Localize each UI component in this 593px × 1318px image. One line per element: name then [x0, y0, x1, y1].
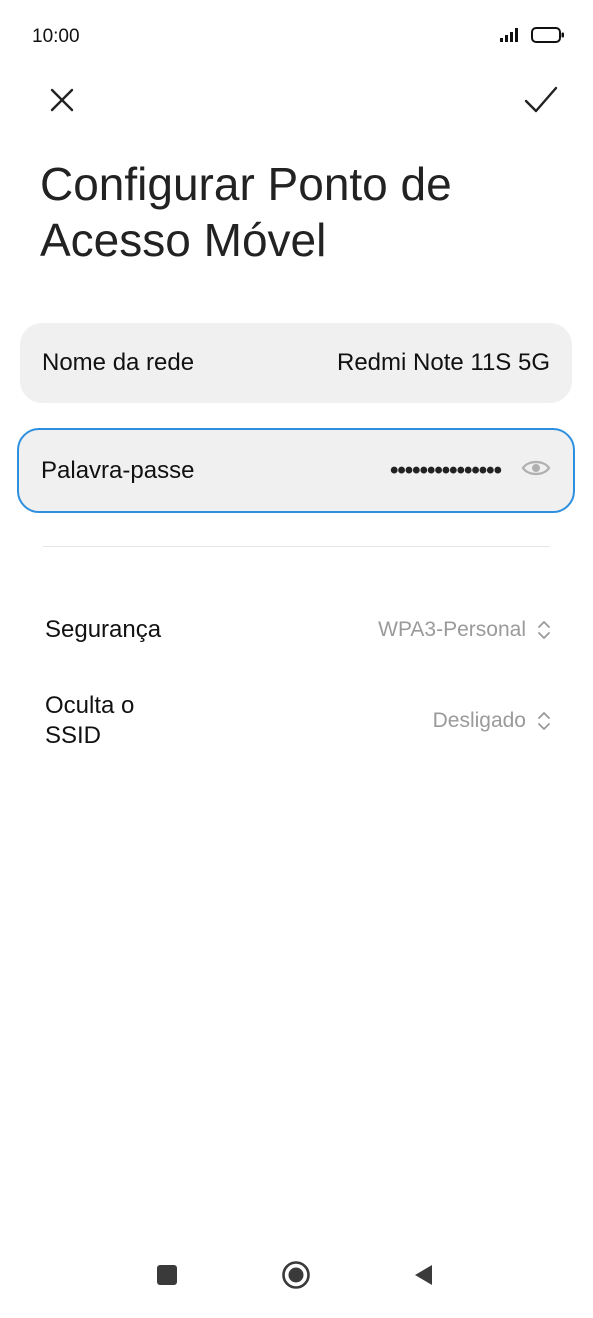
security-selector[interactable]: WPA3-Personal [378, 618, 552, 642]
hide-ssid-selector[interactable]: Desligado [433, 709, 552, 733]
confirm-button[interactable] [511, 70, 571, 130]
recent-apps-icon [157, 1265, 177, 1285]
network-name-value: Redmi Note 11S 5G [337, 349, 550, 376]
security-value: WPA3-Personal [378, 618, 526, 641]
back-icon [415, 1265, 432, 1285]
hide-ssid-label: Oculta o SSID [45, 692, 135, 749]
chevron-updown-icon [538, 712, 550, 730]
security-label: Segurança [45, 616, 162, 643]
network-name-label: Nome da rede [42, 349, 195, 376]
page-title: Configurar Ponto de Acesso Móvel [40, 158, 452, 266]
checkmark-icon [524, 86, 558, 113]
network-name-field[interactable]: Nome da rede Redmi Note 11S 5G [20, 323, 572, 403]
security-row[interactable]: Segurança WPA3-Personal [45, 605, 552, 655]
recent-apps-button[interactable] [140, 1248, 194, 1302]
battery-icon [531, 27, 564, 43]
password-label: Palavra-passe [41, 456, 195, 484]
password-field[interactable]: Palavra-passe ••••••••••••••• [17, 428, 575, 513]
hide-ssid-row[interactable]: Oculta o SSID Desligado [45, 688, 552, 754]
back-button[interactable] [396, 1248, 450, 1302]
hotspot-config-screen: 10:00 Configurar Ponto de Acesso Móvel N… [0, 0, 593, 1318]
chevron-updown-icon [538, 621, 550, 639]
home-icon [282, 1261, 310, 1289]
status-icons [499, 26, 565, 44]
status-bar: 10:00 [0, 0, 593, 76]
password-visibility-toggle[interactable] [521, 458, 551, 483]
home-button[interactable] [269, 1248, 323, 1302]
eye-icon [521, 460, 551, 476]
hide-ssid-value: Desligado [432, 709, 526, 732]
password-input-group: ••••••••••••••• [390, 457, 551, 485]
navigation-bar [0, 1248, 593, 1302]
close-button[interactable] [32, 70, 92, 130]
signal-icon [500, 28, 518, 42]
close-icon [50, 88, 74, 112]
section-divider [43, 546, 550, 547]
status-time: 10:00 [32, 26, 80, 47]
password-input[interactable]: ••••••••••••••• [390, 457, 502, 485]
